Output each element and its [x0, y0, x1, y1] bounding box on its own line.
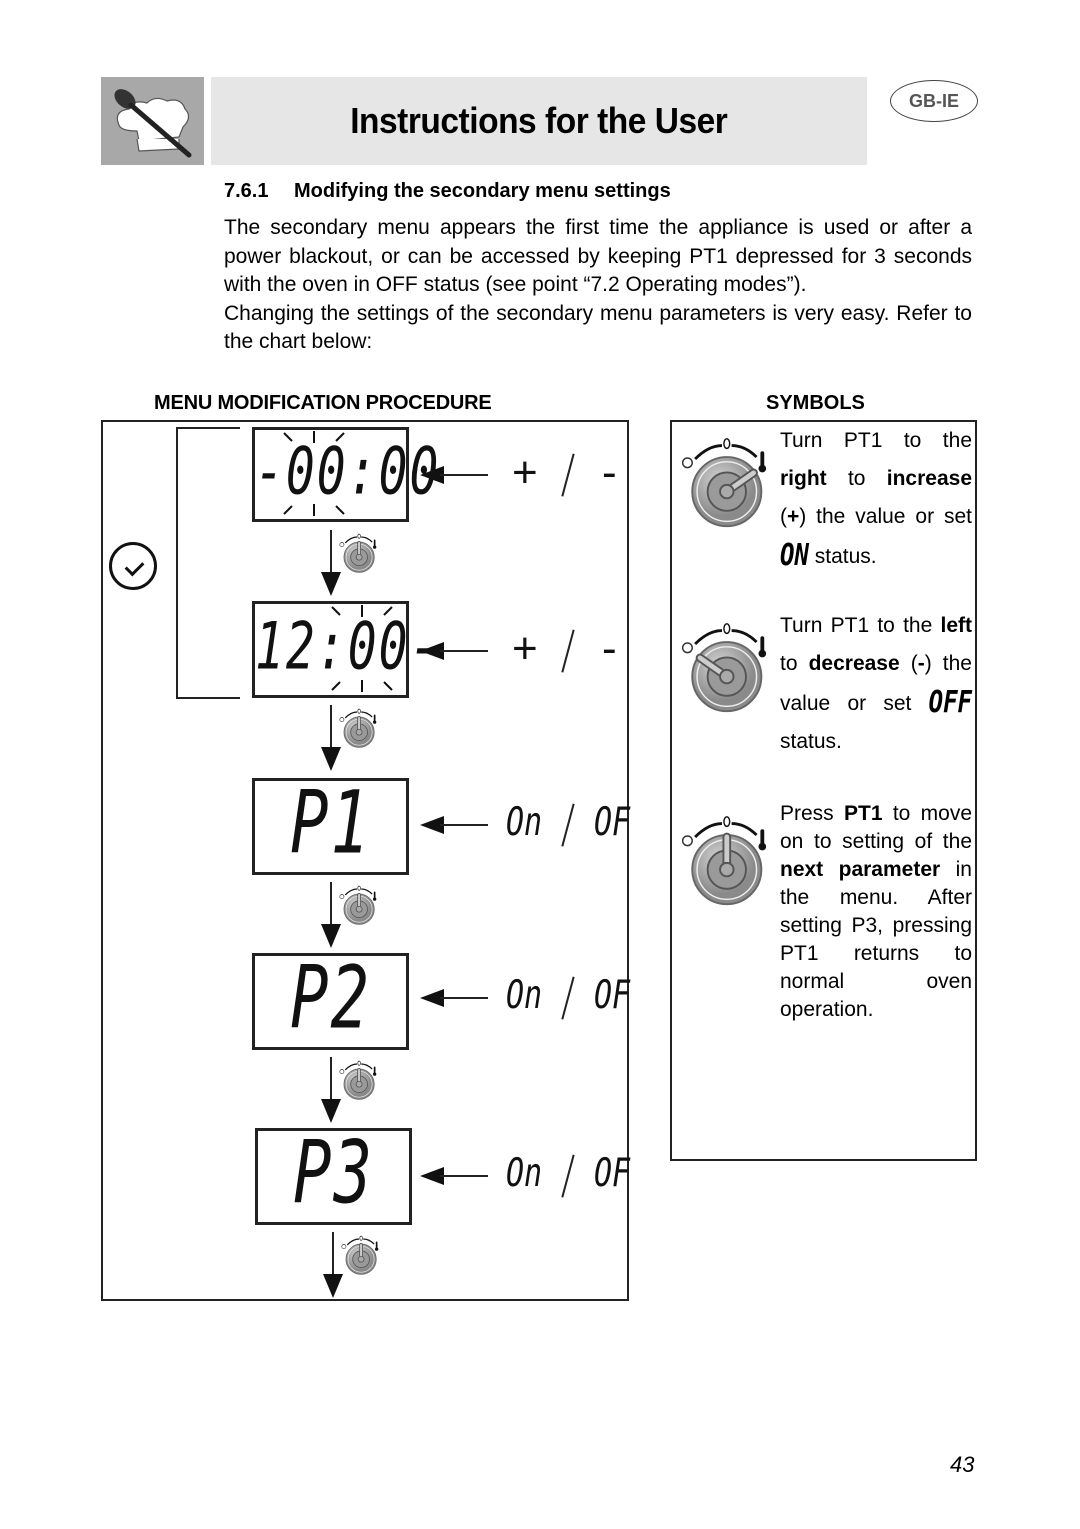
symbol-knob — [674, 434, 770, 535]
pt1-knob — [336, 884, 378, 931]
intro-text: The secondary menu appears the first tim… — [224, 214, 972, 357]
language-badge: GB-IE — [890, 80, 978, 122]
emphasis-text: + — [787, 505, 800, 528]
pt1-knob — [336, 707, 378, 754]
description-text: to — [780, 652, 809, 675]
pt1-knob-icon — [339, 708, 377, 748]
description-text: ( — [899, 652, 918, 675]
emphasis-text: right — [780, 467, 827, 490]
pt1-knob-icon — [339, 885, 377, 925]
option-secondary: - — [602, 448, 617, 497]
pt1-knob-icon — [339, 1060, 377, 1100]
knob-press-icon — [681, 816, 767, 906]
description-text: ( — [780, 505, 787, 528]
emphasis-text: next parameter — [780, 858, 941, 881]
symbol-knob — [674, 812, 770, 913]
symbol-knob — [674, 619, 770, 720]
section-title: Modifying the secondary menu settings — [294, 180, 671, 202]
option-primary: + — [512, 624, 538, 673]
spoon-and-chef-hat-icon — [114, 89, 192, 158]
knob-turn-left-icon — [681, 623, 767, 713]
pt1-knob-icon — [341, 1235, 379, 1275]
emphasis-text: decrease — [808, 652, 900, 675]
emphasis-text: PT1 — [844, 802, 883, 825]
lcd-display: P3 — [255, 1128, 412, 1225]
lcd-value: P2 — [289, 948, 372, 1049]
flow-line — [330, 530, 332, 574]
symbol-description: Press PT1 to move on to setting of the n… — [780, 800, 972, 1024]
lcd-display: -00:00 — [252, 427, 438, 522]
description-text: in the menu. After setting P3, pressing … — [780, 858, 972, 1021]
lcd-display: 12:00- — [252, 601, 438, 698]
knob-turn-right-icon — [681, 438, 767, 528]
logo — [101, 77, 204, 165]
pt1-knob — [336, 1059, 378, 1106]
description-text: Press — [780, 802, 844, 825]
lcd-status-label: OFF — [928, 684, 972, 720]
clock-icon — [109, 542, 157, 590]
lcd-display: P2 — [252, 953, 409, 1050]
emphasis-text: increase — [886, 467, 972, 490]
option-secondary: OF — [594, 799, 631, 846]
emphasis-text: left — [940, 614, 973, 637]
description-text: ) the value or set — [799, 505, 972, 528]
flow-line — [330, 705, 332, 749]
emphasis-text: - — [917, 652, 925, 675]
symbol-description: Turn PT1 to the left to decrease (-) the… — [780, 607, 972, 761]
page-number: 43 — [950, 1452, 975, 1477]
intro-paragraph: Changing the settings of the secondary m… — [224, 301, 972, 354]
blink-indicator-icon — [283, 431, 345, 516]
lcd-status-label: ON — [780, 537, 809, 573]
option-primary: On — [506, 972, 543, 1019]
option-primary: On — [506, 1150, 543, 1197]
symbol-description: Turn PT1 to the right to increase (+) th… — [780, 422, 972, 576]
option-primary: On — [506, 799, 543, 846]
page-header: Instructions for the User — [211, 77, 867, 165]
section-number: 7.6.1 — [224, 180, 269, 202]
description-text: status. — [808, 545, 877, 568]
arrow-line — [440, 997, 488, 999]
clock-bracket — [176, 427, 240, 699]
pt1-knob-icon — [339, 533, 377, 573]
lcd-display: P1 — [252, 778, 409, 875]
arrow-line — [440, 1175, 488, 1177]
description-text: status. — [780, 730, 842, 753]
option-secondary: - — [602, 624, 617, 673]
pt1-knob — [336, 532, 378, 579]
option-secondary: OF — [594, 972, 631, 1019]
arrow-line — [440, 474, 488, 476]
flow-line — [330, 882, 332, 926]
symbols-heading: SYMBOLS — [766, 392, 865, 414]
option-secondary: OF — [594, 1150, 631, 1197]
description-text: Turn PT1 to the — [780, 429, 972, 452]
blink-indicator-icon — [331, 605, 393, 692]
flow-line — [332, 1232, 334, 1276]
option-primary: + — [512, 448, 538, 497]
section-heading: 7.6.1 Modifying the secondary menu settin… — [224, 180, 671, 203]
flow-line — [330, 1057, 332, 1101]
page-title: Instructions for the User — [350, 100, 728, 141]
lcd-value: P3 — [292, 1123, 375, 1224]
lcd-value: P1 — [289, 773, 372, 874]
description-text: Turn PT1 to the — [780, 614, 941, 637]
description-text: to — [826, 467, 887, 490]
arrow-line — [440, 650, 488, 652]
arrow-line — [440, 824, 488, 826]
pt1-knob — [338, 1234, 380, 1281]
intro-paragraph: The secondary menu appears the first tim… — [224, 216, 972, 296]
procedure-heading: MENU MODIFICATION PROCEDURE — [154, 392, 492, 414]
